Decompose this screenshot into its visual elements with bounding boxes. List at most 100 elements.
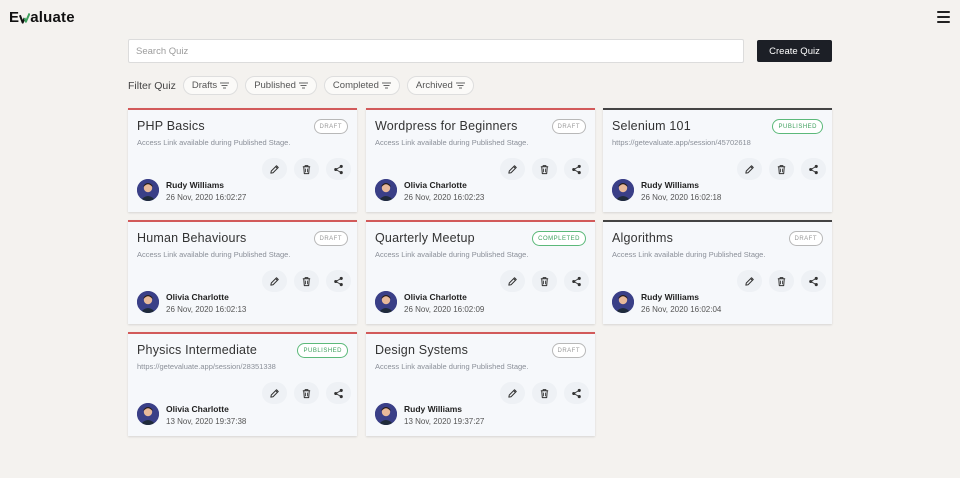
share-icon	[333, 388, 344, 399]
filter-icon	[455, 82, 465, 89]
filter-chip-archived[interactable]: Archived	[406, 76, 474, 95]
filter-chip-label: Drafts	[191, 80, 218, 91]
quiz-card[interactable]: Human Behaviours DRAFT Access Link availab…	[128, 220, 357, 324]
share-icon	[808, 276, 819, 287]
edit-button[interactable]	[262, 158, 287, 180]
edit-button[interactable]	[737, 270, 762, 292]
quiz-card[interactable]: Quarterly Meetup COMPLETED Access Link ava…	[366, 220, 595, 324]
hamburger-menu-icon[interactable]	[937, 11, 950, 23]
filter-chip-published[interactable]: Published	[245, 76, 317, 95]
share-icon	[571, 164, 582, 175]
trash-icon	[539, 276, 550, 287]
card-actions	[255, 158, 351, 180]
created-date: 13 Nov, 2020 19:37:27	[404, 417, 485, 426]
owner-name: Olivia Charlotte	[404, 180, 467, 190]
filter-bar: Filter Quiz Drafts Published Completed Arch…	[128, 76, 481, 95]
avatar	[375, 403, 397, 425]
created-date: 26 Nov, 2020 16:02:23	[404, 193, 485, 202]
delete-button[interactable]	[532, 270, 557, 292]
edit-button[interactable]	[500, 382, 525, 404]
filter-chip-drafts[interactable]: Drafts	[182, 76, 239, 95]
pencil-icon	[744, 164, 755, 175]
delete-button[interactable]	[532, 382, 557, 404]
created-date: 26 Nov, 2020 16:02:18	[641, 193, 722, 202]
share-icon	[333, 276, 344, 287]
trash-icon	[776, 164, 787, 175]
access-link-text[interactable]: https://getevaluate.app/session/45702618	[612, 138, 751, 147]
owner-name: Rudy Williams	[641, 180, 700, 190]
pencil-icon	[507, 276, 518, 287]
access-link-text: Access Link available during Published S…	[375, 138, 529, 147]
filter-label: Filter Quiz	[128, 79, 176, 92]
access-link-text[interactable]: https://getevaluate.app/session/28351338	[137, 362, 276, 371]
pencil-icon	[507, 164, 518, 175]
logo-text-start: E	[9, 9, 20, 26]
edit-button[interactable]	[737, 158, 762, 180]
quiz-title[interactable]: Wordpress for Beginners	[375, 119, 518, 133]
card-actions	[255, 270, 351, 292]
card-actions	[730, 270, 826, 292]
status-badge: PUBLISHED	[297, 343, 348, 358]
share-button[interactable]	[326, 158, 351, 180]
created-date: 26 Nov, 2020 16:02:27	[166, 193, 247, 202]
quiz-card[interactable]: Algorithms DRAFT Access Link available dur…	[603, 220, 832, 324]
status-badge: PUBLISHED	[772, 119, 823, 134]
share-button[interactable]	[801, 270, 826, 292]
trash-icon	[301, 164, 312, 175]
share-icon	[571, 276, 582, 287]
app-logo[interactable]: E aluate	[9, 9, 75, 26]
delete-button[interactable]	[294, 158, 319, 180]
share-button[interactable]	[564, 270, 589, 292]
avatar	[137, 179, 159, 201]
filter-chip-label: Archived	[415, 80, 453, 91]
share-icon	[571, 388, 582, 399]
filter-icon	[298, 82, 308, 89]
avatar	[137, 291, 159, 313]
delete-button[interactable]	[294, 382, 319, 404]
trash-icon	[539, 164, 550, 175]
quiz-title[interactable]: Quarterly Meetup	[375, 231, 475, 245]
quiz-card[interactable]: Physics Intermediate PUBLISHED https://get…	[128, 332, 357, 436]
share-button[interactable]	[564, 158, 589, 180]
share-icon	[333, 164, 344, 175]
edit-button[interactable]	[500, 270, 525, 292]
filter-icon	[220, 82, 230, 89]
share-button[interactable]	[326, 382, 351, 404]
access-link-text: Access Link available during Published S…	[612, 250, 766, 259]
status-badge: COMPLETED	[532, 231, 586, 246]
owner-name: Olivia Charlotte	[404, 292, 467, 302]
edit-button[interactable]	[262, 382, 287, 404]
delete-button[interactable]	[769, 270, 794, 292]
delete-button[interactable]	[294, 270, 319, 292]
filter-chip-completed[interactable]: Completed	[323, 76, 400, 95]
quiz-title[interactable]: Selenium 101	[612, 119, 691, 133]
quiz-card[interactable]: Design Systems DRAFT Access Link available…	[366, 332, 595, 436]
search-input[interactable]	[128, 39, 744, 63]
logo-text-end: aluate	[30, 9, 75, 26]
quiz-card[interactable]: Wordpress for Beginners DRAFT Access Link …	[366, 108, 595, 212]
quiz-title[interactable]: Design Systems	[375, 343, 468, 357]
share-button[interactable]	[564, 382, 589, 404]
quiz-title[interactable]: PHP Basics	[137, 119, 205, 133]
avatar	[375, 291, 397, 313]
status-badge: DRAFT	[788, 231, 823, 246]
share-button[interactable]	[326, 270, 351, 292]
filter-chip-label: Completed	[332, 80, 379, 91]
owner-name: Rudy Williams	[166, 180, 225, 190]
pencil-icon	[269, 388, 280, 399]
quiz-title[interactable]: Algorithms	[612, 231, 673, 245]
pencil-icon	[269, 164, 280, 175]
avatar	[375, 179, 397, 201]
delete-button[interactable]	[769, 158, 794, 180]
quiz-card[interactable]: Selenium 101 PUBLISHED https://getevaluate…	[603, 108, 832, 212]
quiz-card[interactable]: PHP Basics DRAFT Access Link available dur…	[128, 108, 357, 212]
delete-button[interactable]	[532, 158, 557, 180]
created-date: 13 Nov, 2020 19:37:38	[166, 417, 247, 426]
edit-button[interactable]	[262, 270, 287, 292]
create-quiz-button[interactable]: Create Quiz	[757, 40, 832, 62]
access-link-text: Access Link available during Published S…	[137, 250, 291, 259]
quiz-title[interactable]: Physics Intermediate	[137, 343, 257, 357]
share-button[interactable]	[801, 158, 826, 180]
quiz-title[interactable]: Human Behaviours	[137, 231, 247, 245]
edit-button[interactable]	[500, 158, 525, 180]
